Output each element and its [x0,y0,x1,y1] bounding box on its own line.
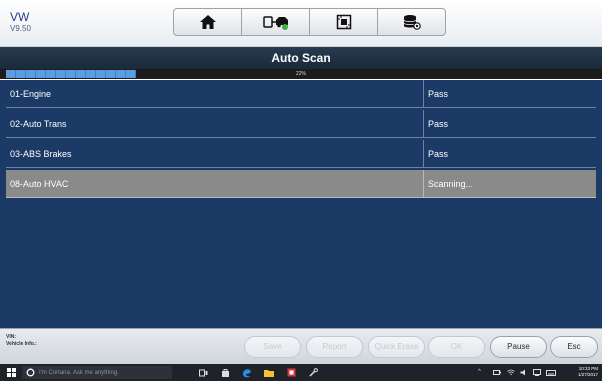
vehicle-info-label: Vehicle Info.: [6,341,37,347]
progress-percentage: 22% [295,71,306,77]
bottom-bar: VIN: Vehicle Info.: Save Report Quick Er… [0,328,602,364]
report-button[interactable]: Report [306,336,363,358]
windows-taskbar: I'm Cortana. Ask me anything. ^ 10:33 PM… [0,364,602,381]
top-toolbar [173,8,449,36]
cortana-search-input[interactable]: I'm Cortana. Ask me anything. [22,366,172,379]
list-item[interactable]: 03-ABS Brakes Pass [6,140,596,168]
windows-logo-icon [6,368,16,377]
red-app-icon [287,368,295,377]
home-icon [199,15,216,29]
battery-button[interactable] [492,364,502,381]
search-placeholder: I'm Cortana. Ask me anything. [39,369,119,376]
system-name: 02-Auto Trans [6,110,424,137]
system-status: Scanning... [428,179,474,189]
task-view-button[interactable] [196,364,210,381]
vehicle-make: VW [10,10,30,24]
system-name: 03-ABS Brakes [6,140,424,167]
app-button[interactable] [284,364,298,381]
pause-button[interactable]: Pause [490,336,547,358]
notification-icon [533,369,541,376]
vehicle-swap-icon [262,16,288,30]
software-version: V9.50 [10,24,31,33]
taskbar-clock[interactable]: 10:33 PM 1/27/2017 [578,366,598,378]
vehicle-brand: VW V9.50 [10,11,31,34]
system-list: 01-Engine Pass 02-Auto Trans Pass 03-ABS… [0,80,602,328]
system-name: 08-Auto HVAC [6,170,424,197]
vin-label: VIN: [6,334,16,340]
start-button[interactable] [4,364,18,381]
keyboard-icon [546,369,556,376]
page-title: Auto Scan [0,47,602,69]
store-button[interactable] [218,364,232,381]
keyboard-button[interactable] [545,364,557,381]
cortana-circle-icon [26,368,35,377]
screenshot-icon [336,14,351,30]
system-status: Pass [428,119,449,129]
list-item[interactable]: 02-Auto Trans Pass [6,110,596,138]
wrench-icon [308,368,318,377]
home-button[interactable] [173,8,242,36]
app-header: VW V9.50 [0,0,602,47]
action-center-button[interactable] [532,364,542,381]
speaker-icon [520,369,525,376]
clock-date: 1/27/2017 [577,372,598,377]
quick-erase-button[interactable]: Quick Erase [368,336,425,358]
wifi-icon [507,369,515,375]
system-status: Pass [428,149,449,159]
store-bag-icon [221,369,229,377]
tool-app-button[interactable] [306,364,320,381]
system-tray: ^ [478,364,481,381]
task-view-icon [198,369,207,376]
system-name: 01-Engine [6,80,424,107]
vehicle-info-block: VIN: Vehicle Info.: [6,334,37,348]
folder-icon [264,369,274,377]
vehicle-swap-button[interactable] [241,8,310,36]
edge-button[interactable] [240,364,254,381]
screenshot-button[interactable] [309,8,378,36]
esc-button[interactable]: Esc [550,336,598,358]
list-item-active[interactable]: 08-Auto HVAC Scanning... [6,170,596,198]
data-settings-button[interactable] [377,8,446,36]
volume-button[interactable] [519,364,529,381]
save-button[interactable]: Save [244,336,301,358]
ok-button[interactable]: OK [428,336,485,358]
list-item[interactable]: 01-Engine Pass [6,80,596,108]
chevron-up-icon[interactable]: ^ [478,369,481,375]
system-status: Pass [428,89,449,99]
scan-progress-bar: 22% [0,69,602,79]
file-explorer-button[interactable] [262,364,276,381]
edge-browser-icon [243,368,251,377]
battery-icon [493,370,501,375]
network-button[interactable] [506,364,516,381]
data-settings-icon [403,15,421,30]
